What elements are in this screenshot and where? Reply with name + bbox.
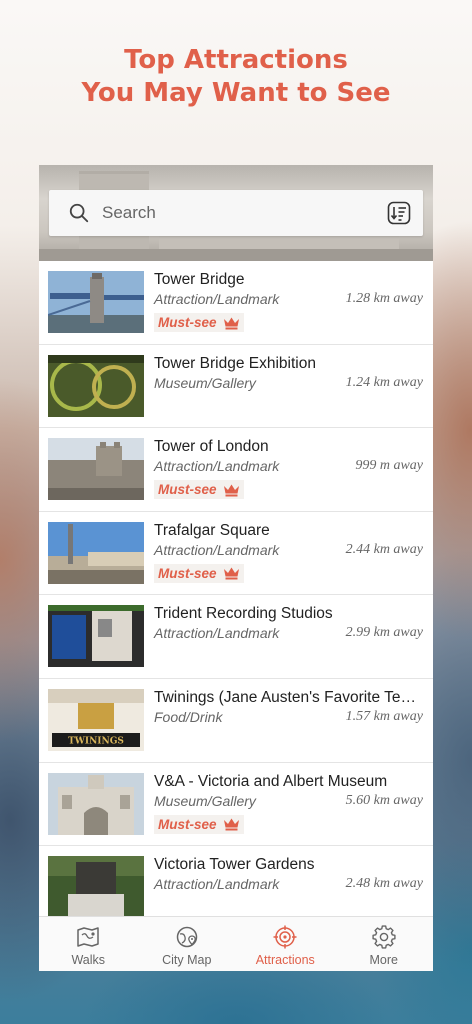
attraction-name: Trident Recording Studios	[154, 605, 333, 623]
tab-city-map[interactable]: City Map	[138, 917, 237, 971]
attraction-name: V&A - Victoria and Albert Museum	[154, 772, 388, 790]
tab-walks-label: Walks	[71, 953, 106, 967]
attraction-distance: 1.24 km away	[345, 374, 423, 390]
sort-icon[interactable]	[387, 201, 411, 225]
list-item[interactable]: Tower of London Attraction/Landmark 999 …	[39, 428, 433, 512]
attraction-name: Tower of London	[154, 438, 269, 456]
tab-walks[interactable]: Walks	[39, 917, 138, 971]
list-item[interactable]: Trafalgar Square Attraction/Landmark 2.4…	[39, 511, 433, 596]
attraction-distance: 1.57 km away	[345, 708, 423, 724]
app-screen: Search Tower Bridge Attraction/Landmark …	[39, 165, 433, 971]
attraction-distance: 2.99 km away	[345, 625, 423, 641]
map-icon	[77, 927, 99, 947]
headline-line-2: You May Want to See	[81, 78, 391, 108]
attraction-category: Attraction/Landmark	[154, 458, 280, 475]
must-see-label: Must-see	[158, 315, 217, 330]
attraction-distance: 2.44 km away	[345, 541, 423, 557]
thumbnail-victoria-and-albert-museum	[48, 772, 144, 835]
attraction-name: Trafalgar Square	[154, 521, 270, 539]
attraction-category: Attraction/Landmark	[154, 625, 280, 642]
must-see-badge: Must-see	[154, 313, 244, 332]
list-item[interactable]: Tower Bridge Exhibition Museum/Gallery 1…	[39, 344, 433, 429]
attraction-category: Food/Drink	[154, 708, 223, 725]
attraction-category: Attraction/Landmark	[154, 291, 280, 307]
search-icon	[69, 203, 89, 223]
attraction-distance: 2.48 km away	[345, 876, 423, 892]
attraction-category: Attraction/Landmark	[154, 541, 280, 558]
attraction-distance: 5.60 km away	[345, 792, 423, 808]
thumbnail-tower-bridge-exhibition	[48, 354, 144, 417]
tab-more[interactable]: More	[335, 917, 434, 971]
crown-icon	[223, 818, 239, 831]
header-banner-image: Search	[39, 165, 433, 261]
headline-line-1: Top Attractions	[124, 45, 348, 75]
target-icon	[273, 925, 297, 949]
attraction-name: Tower Bridge Exhibition	[154, 354, 316, 372]
globe-pin-icon	[176, 926, 197, 948]
thumbnail-twinings: TWININGS	[48, 688, 144, 751]
attraction-name: Victoria Tower Gardens	[154, 856, 315, 874]
twinings-sign-text: TWININGS	[68, 736, 124, 746]
bottom-tab-bar: Walks City Map Attractions More	[39, 916, 433, 971]
search-input[interactable]: Search	[102, 203, 156, 223]
search-bar[interactable]: Search	[49, 190, 423, 236]
attraction-distance: 999 m away	[355, 458, 423, 474]
tab-city-map-label: City Map	[162, 953, 212, 967]
thumbnail-trafalgar-square	[48, 521, 144, 584]
must-see-badge: Must-see	[154, 563, 244, 583]
attraction-name: Tower Bridge	[154, 271, 245, 288]
tab-attractions[interactable]: Attractions	[236, 917, 335, 971]
must-see-badge: Must-see	[154, 814, 244, 834]
thumbnail-tower-of-london	[48, 438, 144, 501]
thumbnail-victoria-tower-gardens	[48, 856, 144, 919]
list-item[interactable]: Trident Recording Studios Attraction/Lan…	[39, 595, 433, 679]
must-see-badge: Must-see	[154, 480, 244, 500]
list-item[interactable]: Tower Bridge Attraction/Landmark 1.28 km…	[39, 261, 433, 345]
attractions-list: Tower Bridge Attraction/Landmark 1.28 km…	[39, 261, 433, 930]
attraction-category: Museum/Gallery	[154, 374, 256, 391]
tab-more-label: More	[369, 953, 398, 967]
attraction-category: Museum/Gallery	[154, 792, 256, 809]
crown-icon	[223, 567, 239, 580]
thumbnail-trident-recording-studios	[48, 605, 144, 668]
must-see-label: Must-see	[158, 565, 217, 581]
list-item[interactable]: V&A - Victoria and Albert Museum Museum/…	[39, 762, 433, 847]
gear-icon	[372, 925, 396, 949]
list-item[interactable]: TWININGS Twinings (Jane Austen's Favorit…	[39, 678, 433, 763]
crown-icon	[223, 317, 239, 329]
attraction-name: Twinings (Jane Austen's Favorite Tea...	[154, 688, 422, 706]
crown-icon	[223, 484, 239, 497]
must-see-label: Must-see	[158, 816, 217, 832]
page-headline: Top Attractions You May Want to See	[0, 44, 472, 110]
attraction-distance: 1.28 km away	[345, 291, 423, 306]
thumbnail-tower-bridge	[48, 271, 144, 333]
must-see-label: Must-see	[158, 482, 217, 498]
attraction-category: Attraction/Landmark	[154, 876, 280, 893]
tab-attractions-label: Attractions	[255, 953, 315, 967]
